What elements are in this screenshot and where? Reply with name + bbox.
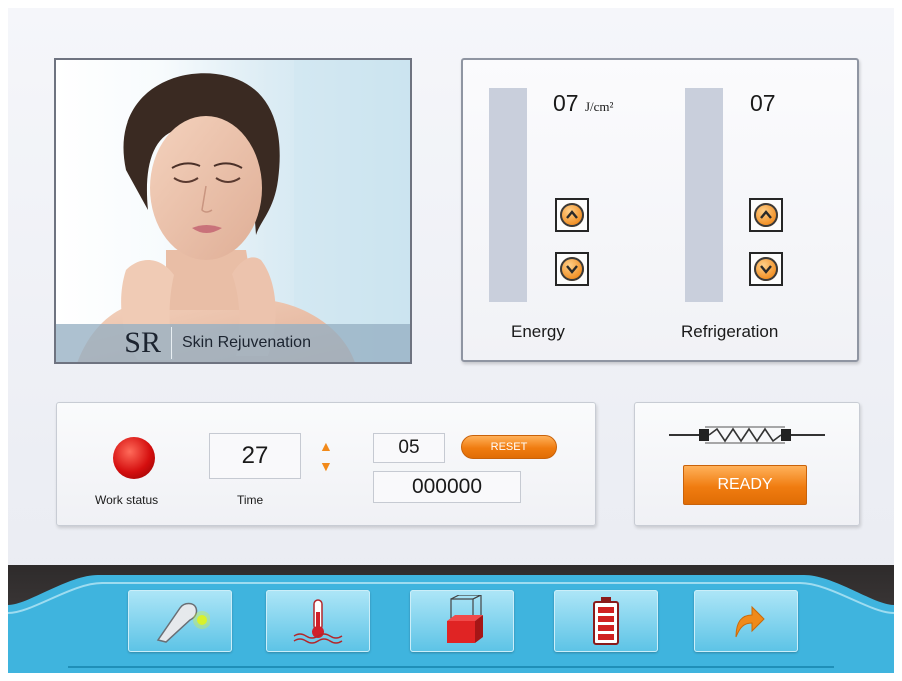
mode-abbreviation: SR: [56, 327, 172, 359]
ready-panel: READY: [634, 402, 860, 526]
arrow-down-icon: [560, 257, 584, 281]
energy-label: Energy: [511, 322, 565, 341]
work-status-indicator: [113, 437, 155, 479]
refrigeration-decrease-button[interactable]: [749, 252, 783, 286]
energy-decrease-button[interactable]: [555, 252, 589, 286]
arrow-up-icon: [754, 203, 778, 227]
time-up-icon[interactable]: ▲: [319, 439, 333, 453]
refrigeration-label: Refrigeration: [681, 322, 779, 341]
arrow-up-icon: [560, 203, 584, 227]
water-tank-icon: [447, 595, 483, 643]
work-status-label: Work status: [95, 493, 159, 507]
refrigeration-value: 07: [750, 90, 776, 116]
parameter-panel: 07 J/cm² Energy 07 Refrigeration: [461, 58, 859, 362]
thermometer-icon: [293, 599, 343, 644]
work-panel: Work status 27 Time ▲ ▼ 05 RESET 000000: [56, 402, 596, 526]
face-illustration: [77, 60, 410, 362]
mode-caption: SR Skin Rejuvenation: [56, 324, 410, 362]
lamp-filament-icon: [669, 426, 825, 444]
mode-name: Skin Rejuvenation: [182, 334, 311, 351]
arrow-down-icon: [754, 257, 778, 281]
ready-button[interactable]: READY: [683, 465, 807, 505]
toolbar-battery-button[interactable]: [554, 590, 658, 652]
back-arrow-icon: [735, 605, 765, 638]
energy-unit: J/cm²: [584, 99, 614, 114]
toolbar-back-button[interactable]: [694, 590, 798, 652]
toolbar-temperature-button[interactable]: [266, 590, 370, 652]
energy-increase-button[interactable]: [555, 198, 589, 232]
energy-value-display: 07 J/cm²: [553, 90, 613, 117]
time-display: 27: [209, 433, 301, 479]
pulse-count-display: 05: [373, 433, 445, 463]
time-down-icon[interactable]: ▼: [319, 459, 333, 473]
toolbar-water-button[interactable]: [410, 590, 514, 652]
treatment-image-panel: SR Skin Rejuvenation: [54, 58, 412, 364]
energy-value: 07: [553, 90, 579, 116]
device-screen: SR Skin Rejuvenation 07 J/cm² Energy 07: [8, 8, 894, 673]
refrigeration-level-bar: [685, 88, 723, 302]
refrigeration-increase-button[interactable]: [749, 198, 783, 232]
total-counter-display: 000000: [373, 471, 521, 503]
toolbar-handpiece-button[interactable]: [128, 590, 232, 652]
handpiece-icon: [156, 602, 210, 643]
battery-icon: [593, 597, 619, 645]
reset-button[interactable]: RESET: [461, 435, 557, 459]
time-label: Time: [237, 493, 264, 507]
energy-level-bar: [489, 88, 527, 302]
